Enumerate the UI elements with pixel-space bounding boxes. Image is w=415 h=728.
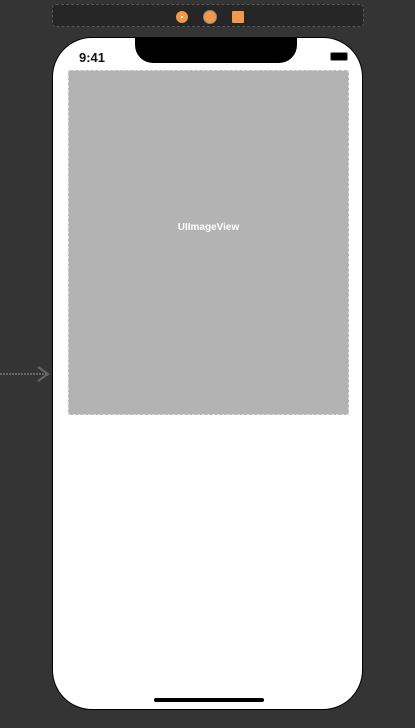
view-controller-icon[interactable] bbox=[176, 11, 188, 23]
scene-dock bbox=[52, 4, 364, 27]
image-view-label: UIImageView bbox=[177, 222, 240, 233]
home-indicator bbox=[154, 698, 264, 702]
first-responder-icon[interactable] bbox=[204, 11, 216, 23]
iphone-frame: 9:41 UIImageView bbox=[52, 37, 363, 710]
status-time: 9:41 bbox=[79, 50, 106, 65]
entry-point-arrow-icon[interactable] bbox=[0, 366, 50, 382]
exit-icon[interactable] bbox=[232, 11, 244, 23]
battery-icon bbox=[330, 52, 348, 61]
image-view[interactable]: UIImageView bbox=[68, 70, 349, 415]
notch bbox=[135, 38, 297, 63]
